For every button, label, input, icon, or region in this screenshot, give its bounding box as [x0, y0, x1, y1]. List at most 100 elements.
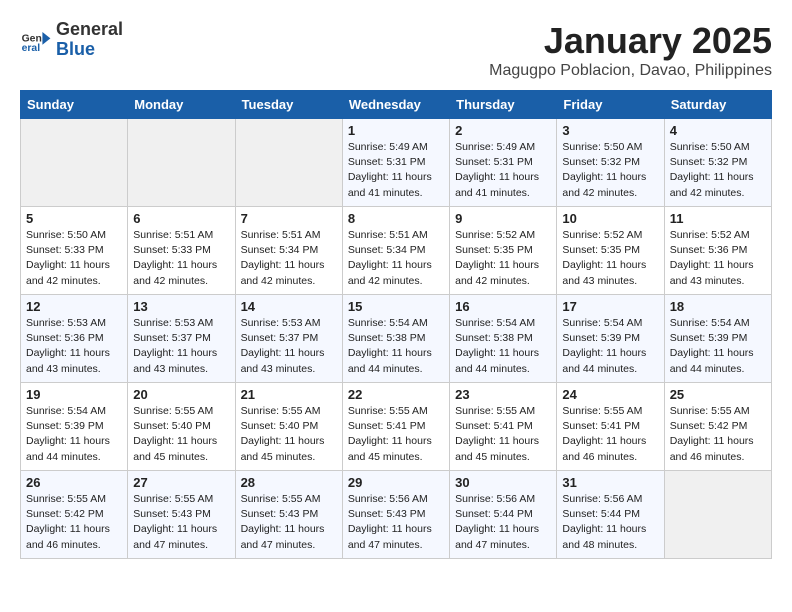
calendar-cell: 14Sunrise: 5:53 AM Sunset: 5:37 PM Dayli…	[235, 295, 342, 383]
calendar-cell: 20 Sunrise: 5:55 AM Sunset: 5:40 PM Dayli…	[128, 383, 235, 471]
calendar-cell: 11 Sunrise: 5:52 AM Sunset: 5:36 PM Dayli…	[664, 207, 771, 295]
day-info: Sunrise: 5:49 AM Sunset: 5:31 PM Dayligh…	[348, 140, 444, 201]
calendar-cell: 29Sunrise: 5:56 AM Sunset: 5:43 PM Dayli…	[342, 471, 449, 559]
calendar-cell: 6 Sunrise: 5:51 AM Sunset: 5:33 PM Daylig…	[128, 207, 235, 295]
title-area: January 2025 Magugpo Poblacion, Davao, P…	[489, 20, 772, 80]
calendar-cell: 7 Sunrise: 5:51 AM Sunset: 5:34 PM Daylig…	[235, 207, 342, 295]
day-info: Sunrise: 5:55 AM Sunset: 5:42 PM Dayligh…	[26, 492, 122, 553]
calendar-cell: 10 Sunrise: 5:52 AM Sunset: 5:35 PM Dayli…	[557, 207, 664, 295]
calendar-cell: 27 Sunrise: 5:55 AM Sunset: 5:43 PM Dayli…	[128, 471, 235, 559]
day-number: 26	[26, 475, 122, 490]
day-info: Sunrise: 5:54 AM Sunset: 5:39 PM Dayligh…	[26, 404, 122, 465]
calendar-cell: 23 Sunrise: 5:55 AM Sunset: 5:41 PM Dayli…	[450, 383, 557, 471]
day-number: 30	[455, 475, 551, 490]
day-info: Sunrise: 5:50 AM Sunset: 5:32 PM Dayligh…	[670, 140, 766, 201]
day-number: 12	[26, 299, 122, 314]
day-info: Sunrise: 5:52 AM Sunset: 5:35 PM Dayligh…	[562, 228, 658, 289]
logo-blue: Blue	[56, 40, 123, 60]
day-info: Sunrise: 5:55 AM Sunset: 5:41 PM Dayligh…	[455, 404, 551, 465]
day-info: Sunrise: 5:52 AM Sunset: 5:36 PM Dayligh…	[670, 228, 766, 289]
day-number: 23	[455, 387, 551, 402]
day-info: Sunrise: 5:54 AM Sunset: 5:38 PM Dayligh…	[455, 316, 551, 377]
weekday-header-cell: Friday	[557, 91, 664, 119]
day-info: Sunrise: 5:54 AM Sunset: 5:38 PM Dayligh…	[348, 316, 444, 377]
day-info: Sunrise: 5:54 AM Sunset: 5:39 PM Dayligh…	[562, 316, 658, 377]
calendar-cell: 9Sunrise: 5:52 AM Sunset: 5:35 PM Daylig…	[450, 207, 557, 295]
weekday-header-cell: Tuesday	[235, 91, 342, 119]
day-info: Sunrise: 5:55 AM Sunset: 5:41 PM Dayligh…	[348, 404, 444, 465]
calendar-cell: 13 Sunrise: 5:53 AM Sunset: 5:37 PM Dayli…	[128, 295, 235, 383]
calendar-cell: 1 Sunrise: 5:49 AM Sunset: 5:31 PM Daylig…	[342, 119, 449, 207]
day-number: 19	[26, 387, 122, 402]
day-number: 2	[455, 123, 551, 138]
day-number: 20	[133, 387, 229, 402]
day-info: Sunrise: 5:55 AM Sunset: 5:43 PM Dayligh…	[241, 492, 337, 553]
day-number: 17	[562, 299, 658, 314]
calendar-cell: 21 Sunrise: 5:55 AM Sunset: 5:40 PM Dayli…	[235, 383, 342, 471]
day-number: 28	[241, 475, 337, 490]
logo: Gen eral General Blue	[20, 20, 123, 60]
day-number: 31	[562, 475, 658, 490]
calendar-cell: 3 Sunrise: 5:50 AM Sunset: 5:32 PM Daylig…	[557, 119, 664, 207]
day-number: 3	[562, 123, 658, 138]
day-number: 4	[670, 123, 766, 138]
calendar-cell: 26 Sunrise: 5:55 AM Sunset: 5:42 PM Dayli…	[21, 471, 128, 559]
day-number: 24	[562, 387, 658, 402]
month-title: January 2025	[489, 20, 772, 62]
calendar-cell: 31 Sunrise: 5:56 AM Sunset: 5:44 PM Dayli…	[557, 471, 664, 559]
day-info: Sunrise: 5:50 AM Sunset: 5:33 PM Dayligh…	[26, 228, 122, 289]
calendar-cell: 4 Sunrise: 5:50 AM Sunset: 5:32 PM Daylig…	[664, 119, 771, 207]
calendar-body: 1 Sunrise: 5:49 AM Sunset: 5:31 PM Daylig…	[21, 119, 772, 559]
day-number: 16	[455, 299, 551, 314]
day-info: Sunrise: 5:55 AM Sunset: 5:40 PM Dayligh…	[241, 404, 337, 465]
day-info: Sunrise: 5:53 AM Sunset: 5:37 PM Dayligh…	[133, 316, 229, 377]
day-info: Sunrise: 5:50 AM Sunset: 5:32 PM Dayligh…	[562, 140, 658, 201]
day-info: Sunrise: 5:55 AM Sunset: 5:42 PM Dayligh…	[670, 404, 766, 465]
weekday-header-cell: Wednesday	[342, 91, 449, 119]
day-number: 21	[241, 387, 337, 402]
day-number: 13	[133, 299, 229, 314]
day-number: 11	[670, 211, 766, 226]
logo-icon: Gen eral	[20, 24, 52, 56]
day-info: Sunrise: 5:51 AM Sunset: 5:33 PM Dayligh…	[133, 228, 229, 289]
day-number: 22	[348, 387, 444, 402]
day-info: Sunrise: 5:56 AM Sunset: 5:44 PM Dayligh…	[562, 492, 658, 553]
day-info: Sunrise: 5:55 AM Sunset: 5:40 PM Dayligh…	[133, 404, 229, 465]
weekday-header-cell: Monday	[128, 91, 235, 119]
calendar-cell	[21, 119, 128, 207]
day-info: Sunrise: 5:55 AM Sunset: 5:43 PM Dayligh…	[133, 492, 229, 553]
svg-text:eral: eral	[22, 43, 41, 54]
day-info: Sunrise: 5:54 AM Sunset: 5:39 PM Dayligh…	[670, 316, 766, 377]
calendar-table: SundayMondayTuesdayWednesdayThursdayFrid…	[20, 90, 772, 559]
calendar-cell: 16 Sunrise: 5:54 AM Sunset: 5:38 PM Dayli…	[450, 295, 557, 383]
location-title: Magugpo Poblacion, Davao, Philippines	[489, 62, 772, 80]
calendar-cell	[235, 119, 342, 207]
calendar-cell: 18 Sunrise: 5:54 AM Sunset: 5:39 PM Dayli…	[664, 295, 771, 383]
day-info: Sunrise: 5:56 AM Sunset: 5:43 PM Dayligh…	[348, 492, 444, 553]
weekday-header-cell: Sunday	[21, 91, 128, 119]
day-number: 27	[133, 475, 229, 490]
calendar-cell: 12 Sunrise: 5:53 AM Sunset: 5:36 PM Dayli…	[21, 295, 128, 383]
calendar-week-row: 5Sunrise: 5:50 AM Sunset: 5:33 PM Daylig…	[21, 207, 772, 295]
calendar-cell: 15Sunrise: 5:54 AM Sunset: 5:38 PM Dayli…	[342, 295, 449, 383]
day-number: 9	[455, 211, 551, 226]
day-info: Sunrise: 5:51 AM Sunset: 5:34 PM Dayligh…	[241, 228, 337, 289]
calendar-week-row: 12 Sunrise: 5:53 AM Sunset: 5:36 PM Dayli…	[21, 295, 772, 383]
day-number: 7	[241, 211, 337, 226]
logo-text: General Blue	[56, 20, 123, 60]
weekday-header-cell: Thursday	[450, 91, 557, 119]
day-number: 10	[562, 211, 658, 226]
day-info: Sunrise: 5:53 AM Sunset: 5:36 PM Dayligh…	[26, 316, 122, 377]
day-info: Sunrise: 5:55 AM Sunset: 5:41 PM Dayligh…	[562, 404, 658, 465]
calendar-week-row: 26 Sunrise: 5:55 AM Sunset: 5:42 PM Dayli…	[21, 471, 772, 559]
day-number: 1	[348, 123, 444, 138]
day-info: Sunrise: 5:56 AM Sunset: 5:44 PM Dayligh…	[455, 492, 551, 553]
calendar-cell: 5Sunrise: 5:50 AM Sunset: 5:33 PM Daylig…	[21, 207, 128, 295]
calendar-week-row: 19 Sunrise: 5:54 AM Sunset: 5:39 PM Dayli…	[21, 383, 772, 471]
calendar-cell: 19 Sunrise: 5:54 AM Sunset: 5:39 PM Dayli…	[21, 383, 128, 471]
day-number: 6	[133, 211, 229, 226]
calendar-cell	[128, 119, 235, 207]
weekday-header: SundayMondayTuesdayWednesdayThursdayFrid…	[21, 91, 772, 119]
day-number: 18	[670, 299, 766, 314]
calendar-cell	[664, 471, 771, 559]
